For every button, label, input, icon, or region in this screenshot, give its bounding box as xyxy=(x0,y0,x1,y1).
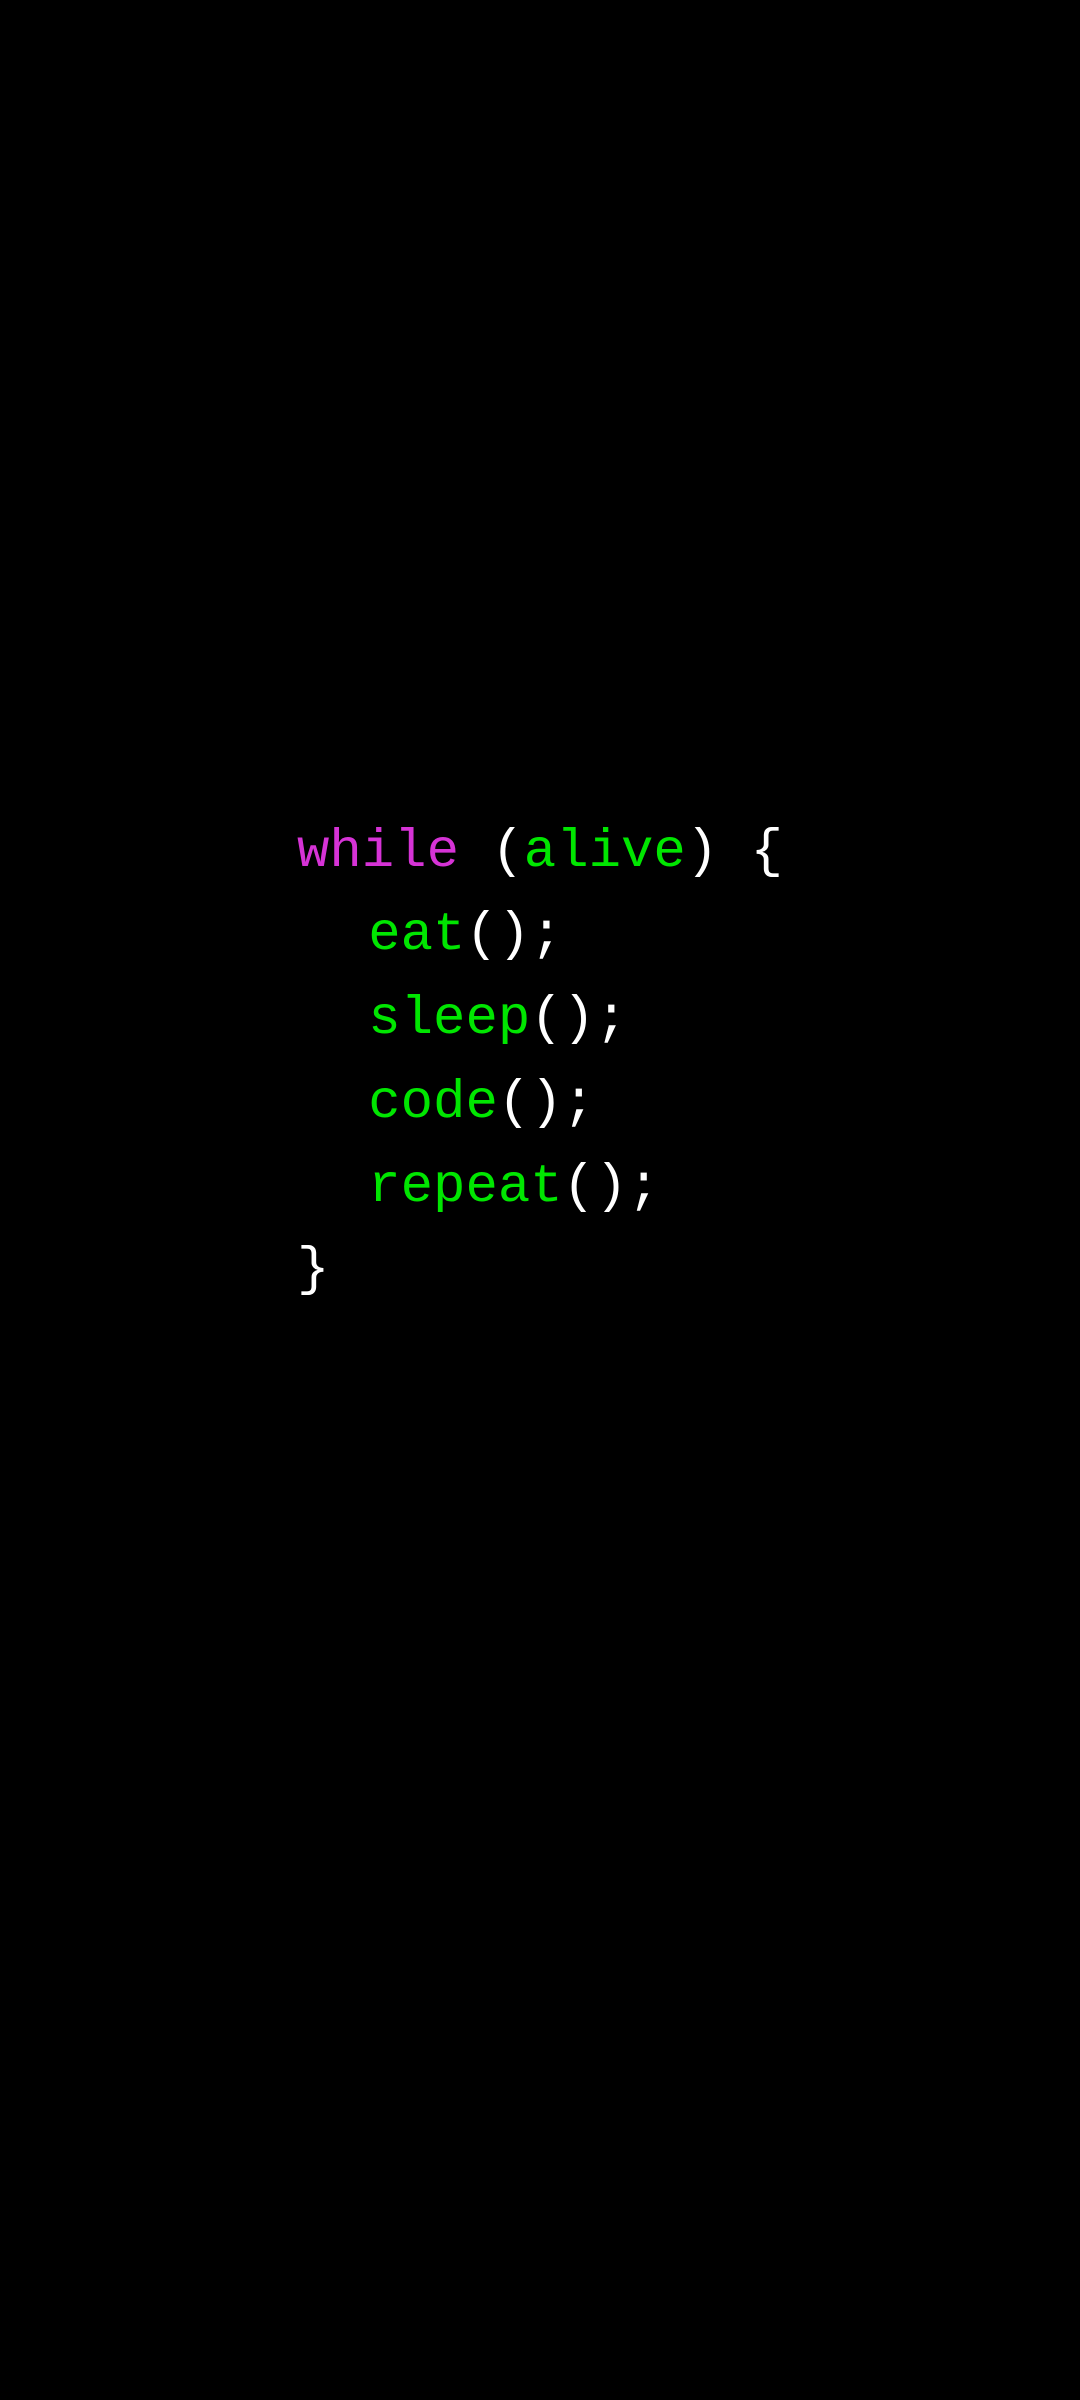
code-snippet: while (alive) { eat(); sleep(); code(); … xyxy=(297,727,783,1313)
code-line-2: eat(); xyxy=(297,905,563,966)
code-line-6: } xyxy=(297,1240,329,1301)
close-paren: ) xyxy=(686,822,751,883)
code-line-5: repeat(); xyxy=(297,1157,660,1218)
call-suffix: (); xyxy=(498,1073,595,1134)
close-brace: } xyxy=(297,1240,329,1301)
call-suffix: (); xyxy=(465,905,562,966)
repeat-call: repeat xyxy=(368,1157,562,1218)
eat-call: eat xyxy=(368,905,465,966)
code-line-1: while (alive) { xyxy=(297,822,783,883)
open-brace: { xyxy=(751,822,783,883)
call-suffix: (); xyxy=(563,1157,660,1218)
code-call: code xyxy=(368,1073,498,1134)
code-line-3: sleep(); xyxy=(297,989,628,1050)
code-line-4: code(); xyxy=(297,1073,595,1134)
while-keyword: while xyxy=(297,822,459,883)
condition-identifier: alive xyxy=(524,822,686,883)
sleep-call: sleep xyxy=(368,989,530,1050)
call-suffix: (); xyxy=(530,989,627,1050)
open-paren: ( xyxy=(459,822,524,883)
